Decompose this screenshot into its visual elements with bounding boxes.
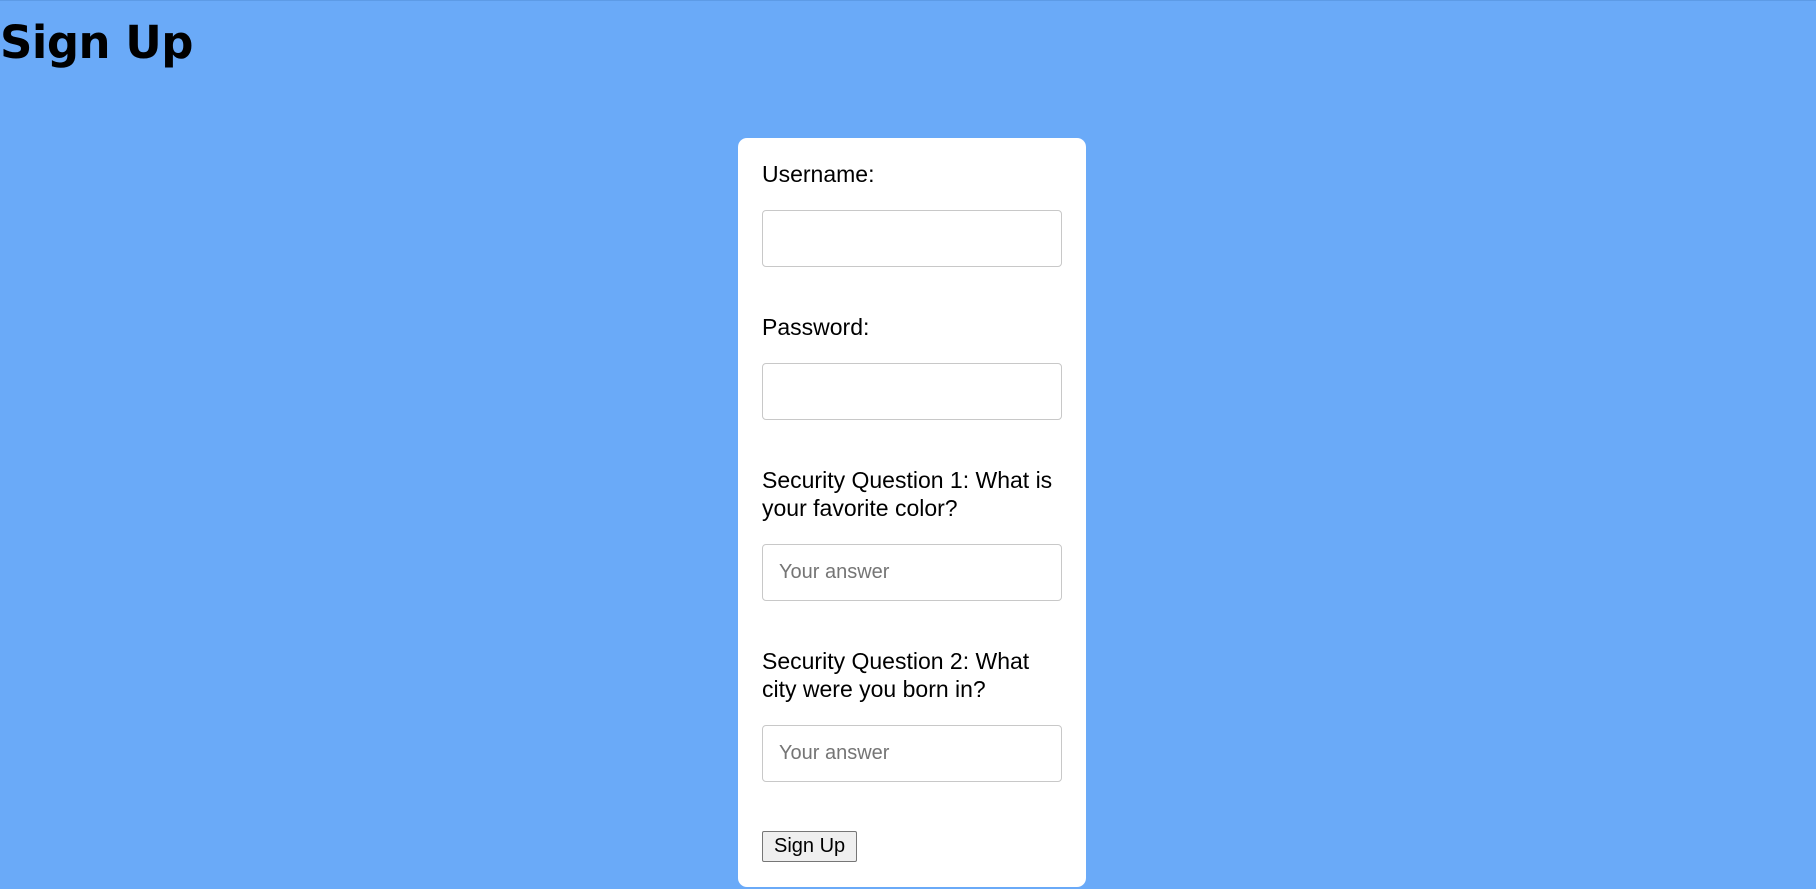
signup-form-card: Username: Password: Security Question 1:… <box>738 138 1086 887</box>
security-question-2-label: Security Question 2: What city were you … <box>762 648 1030 702</box>
username-input[interactable] <box>762 210 1062 267</box>
security-answer-1-input[interactable] <box>762 544 1062 601</box>
sign-up-button[interactable]: Sign Up <box>762 831 858 862</box>
password-input[interactable] <box>762 363 1062 420</box>
page-title: Sign Up <box>0 16 194 69</box>
security-question-1-label: Security Question 1: What is your favori… <box>762 467 1053 521</box>
password-label: Password: <box>762 314 870 340</box>
username-label: Username: <box>762 161 875 187</box>
security-answer-2-input[interactable] <box>762 725 1062 782</box>
